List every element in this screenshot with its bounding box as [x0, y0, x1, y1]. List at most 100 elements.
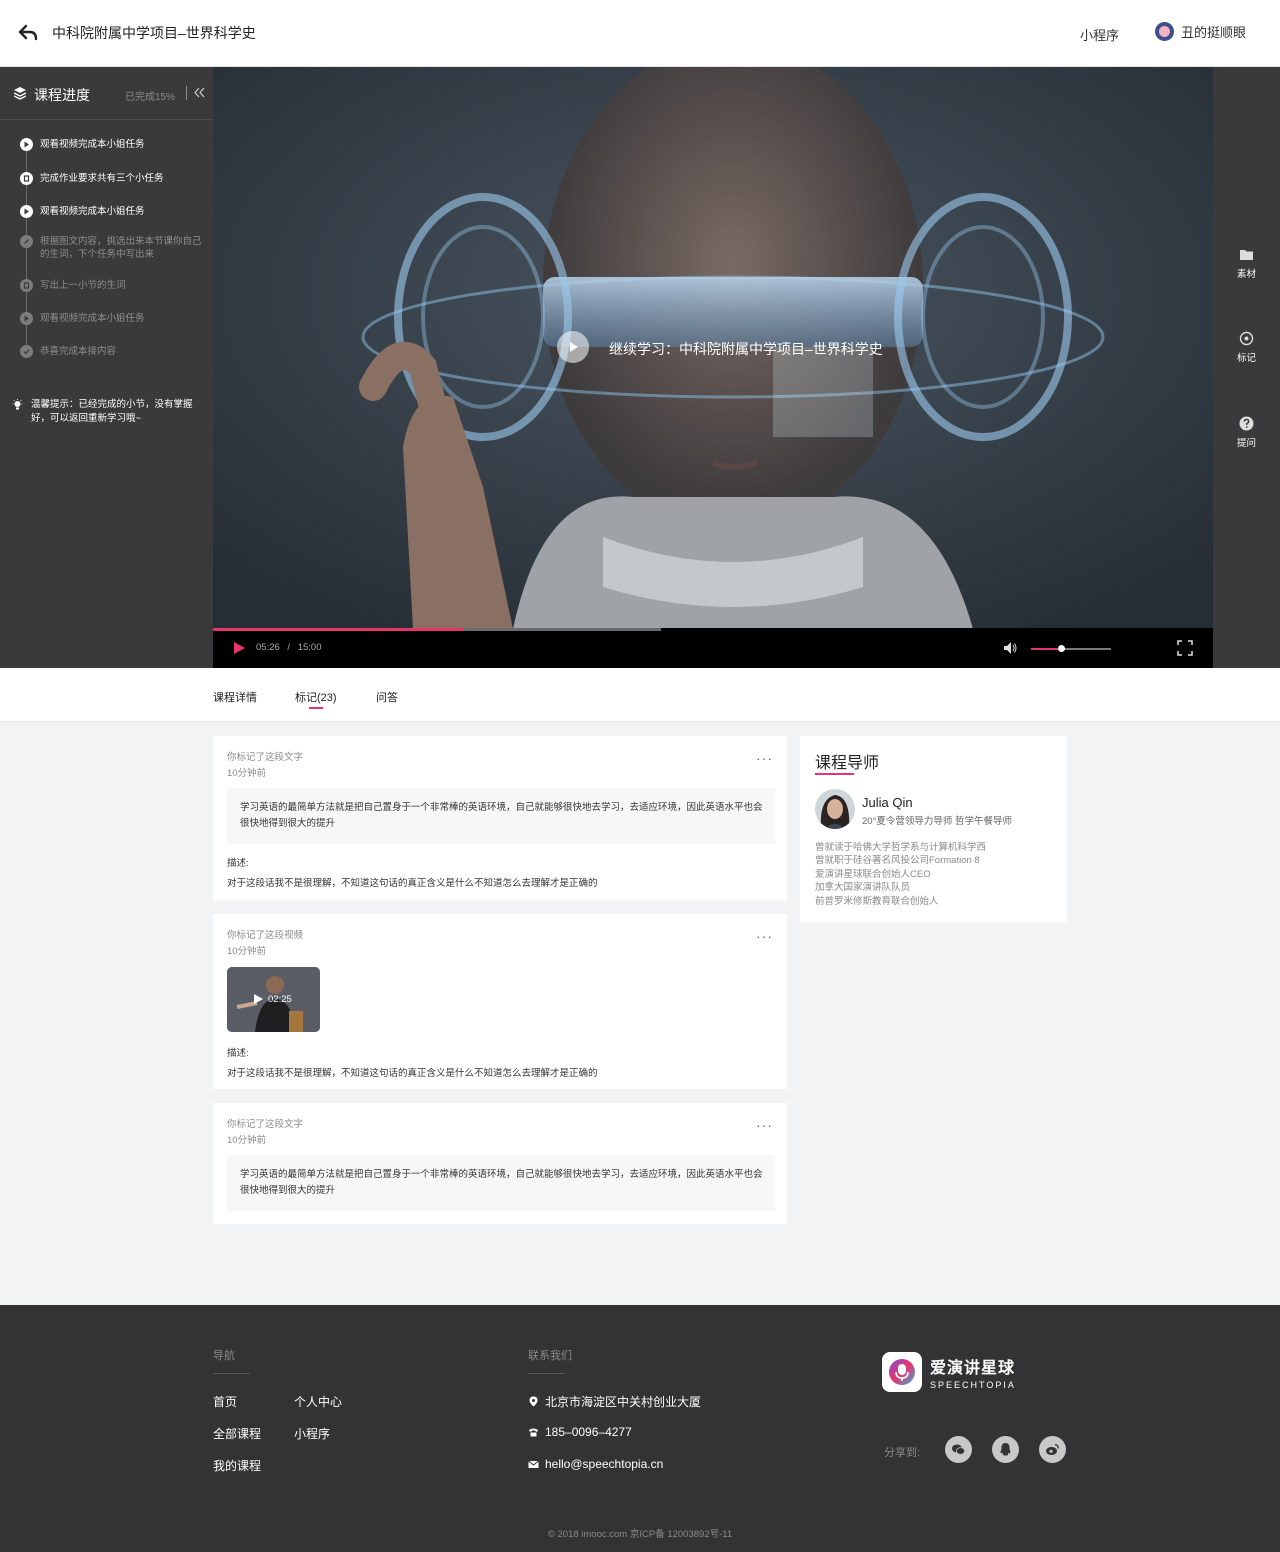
- qq-icon[interactable]: [992, 1436, 1019, 1463]
- bio-line: 曾就职于硅谷著名风投公司Formation 8: [815, 855, 980, 867]
- mentor-name: Julia Qin: [862, 795, 913, 810]
- contact-phone: 185–0096–4277: [528, 1425, 632, 1439]
- question-icon: [1239, 416, 1254, 431]
- duration: 15:00: [297, 642, 322, 653]
- layers-icon: [13, 87, 27, 100]
- current-time: 05:26: [256, 642, 280, 653]
- volume-slider[interactable]: [1031, 645, 1111, 652]
- progress-text: 已完成15%: [125, 92, 176, 103]
- task-label: 根据图文内容，挑选出来本节课你自己的生词，下个任务中写出来: [40, 236, 202, 260]
- task-item[interactable]: 写出上一小节的生词: [0, 279, 136, 292]
- footer: 导航 首页 个人中心 全部课程 小程序 我的课程 联系我们 北京市海淀区中关村创…: [0, 1305, 1280, 1552]
- clip-time: 02:25: [268, 994, 292, 1005]
- task-label: 观看视频完成本小姐任务: [40, 206, 145, 217]
- task-item[interactable]: 观看视频完成本小姐任务: [0, 205, 155, 218]
- task-item[interactable]: 观看视频完成本小姐任务: [0, 138, 155, 151]
- weibo-icon[interactable]: [1039, 1436, 1066, 1463]
- task-item[interactable]: 完成作业要求共有三个小任务: [0, 172, 174, 185]
- mentor-avatar: [815, 789, 855, 829]
- bio-line: 加拿大国家演讲队队员: [815, 882, 911, 894]
- edit-icon: [20, 235, 33, 248]
- volume-knob[interactable]: [1058, 645, 1066, 652]
- mark-icon: [1239, 331, 1254, 346]
- description-label: 描述:: [227, 858, 249, 869]
- folder-icon: [1240, 250, 1253, 260]
- email-text[interactable]: hello@speechtopia.cn: [545, 1457, 663, 1471]
- brand-name: 爱演讲星球: [930, 1360, 1016, 1377]
- top-bar: 中科院附属中学项目–世界科学史 小程序 丑的挺顺眼: [0, 0, 1280, 67]
- task-item[interactable]: 根据图文内容，挑选出来本节课你自己的生词，下个任务中写出来: [0, 235, 213, 261]
- video-controls: 05:26 / 15:00: [213, 628, 1213, 668]
- divider: [186, 86, 187, 100]
- sidebar-title: 课程进度: [34, 87, 90, 103]
- tab-qa[interactable]: 问答: [376, 689, 398, 705]
- task-item[interactable]: 观看视频完成本小姐任务: [0, 312, 155, 325]
- microphone-logo-icon: [882, 1352, 922, 1392]
- share-label: 分享到:: [884, 1447, 921, 1459]
- play-icon: [20, 205, 33, 218]
- more-options-button[interactable]: ···: [756, 928, 773, 944]
- task-label: 观看视频完成本小姐任务: [40, 313, 145, 324]
- mini-program-link[interactable]: 小程序: [1080, 25, 1119, 44]
- more-options-button[interactable]: ···: [756, 750, 773, 766]
- bio-line: 爱演讲星球联合创始人CEO: [815, 868, 931, 880]
- play-icon[interactable]: [233, 642, 245, 654]
- tool-panel: 素材 标记 提问: [1213, 67, 1280, 668]
- footer-link-home[interactable]: 首页: [213, 1393, 237, 1410]
- tool-mark[interactable]: 标记: [1213, 331, 1280, 364]
- footer-link-my-courses[interactable]: 我的课程: [213, 1457, 261, 1474]
- tool-materials[interactable]: 素材: [1213, 247, 1280, 280]
- back-arrow-icon[interactable]: [18, 24, 38, 42]
- note-card: 你标记了这段视频 10分钟前 ··· 02:25 描述: 对于这段话我不是很理解…: [213, 914, 787, 1089]
- resume-play-button[interactable]: [557, 331, 589, 363]
- note-time: 10分钟前: [227, 768, 267, 779]
- tip-text: 温馨提示：已经完成的小节，没有掌握好，可以返回重新学习哦~: [31, 399, 193, 424]
- marked-text: 学习英语的最简单方法就是把自己置身于一个非常棒的英语环境，自己就能够很快地去学习…: [227, 788, 775, 844]
- address-text: 北京市海淀区中关村创业大厦: [545, 1395, 702, 1409]
- sidebar-header: 课程进度 已完成15%: [0, 67, 213, 120]
- bio-line: 曾就读于哈佛大学哲学系与计算机科学西: [815, 842, 987, 853]
- bio-line: 前普罗米修斯教育联合创始人: [815, 895, 939, 907]
- phone-icon: [529, 1428, 538, 1436]
- task-item[interactable]: 恭喜完成本接内容: [0, 345, 126, 358]
- marked-text: 学习英语的最简单方法就是把自己置身于一个非常棒的英语环境，自己就能够很快地去学习…: [227, 1155, 775, 1211]
- content-tabs: 课程详情 标记(23) 问答: [0, 668, 1280, 722]
- video-player[interactable]: 继续学习：中科院附属中学项目–世界科学史 05:26 / 15:00: [213, 67, 1213, 668]
- tab-marks[interactable]: 标记(23): [295, 689, 337, 709]
- progress-bar[interactable]: [213, 628, 1213, 631]
- collapse-icon[interactable]: [194, 87, 205, 98]
- task-label: 观看视频完成本小姐任务: [40, 139, 145, 150]
- contact-email: hello@speechtopia.cn: [528, 1457, 663, 1471]
- mentor-card: 课程导师 Julia Qin 20°夏令营领导力导师 哲学午餐导师 曾就读于哈佛…: [800, 736, 1067, 923]
- note-time: 10分钟前: [227, 946, 267, 957]
- footer-link-profile[interactable]: 个人中心: [294, 1393, 342, 1410]
- play-icon: [20, 312, 33, 325]
- tab-course-details[interactable]: 课程详情: [213, 689, 257, 705]
- time-display: 05:26 / 15:00: [256, 642, 321, 653]
- divider: [213, 1373, 250, 1374]
- video-clip-thumbnail[interactable]: 02:25: [227, 967, 320, 1032]
- fullscreen-icon[interactable]: [1177, 640, 1193, 656]
- footer-link-mini-program[interactable]: 小程序: [294, 1425, 330, 1442]
- footer-link-all-courses[interactable]: 全部课程: [213, 1425, 261, 1442]
- note-type: 你标记了这段文字: [227, 1119, 304, 1130]
- mail-icon: [528, 1460, 539, 1468]
- user-menu[interactable]: 丑的挺顺眼: [1155, 22, 1246, 41]
- check-icon: [20, 345, 33, 358]
- wechat-icon[interactable]: [945, 1436, 972, 1463]
- tool-question[interactable]: 提问: [1213, 416, 1280, 449]
- play-icon: [20, 138, 33, 151]
- play-icon: [254, 994, 263, 1004]
- note-card: 你标记了这段文字 10分钟前 ··· 学习英语的最简单方法就是把自己置身于一个非…: [213, 736, 787, 901]
- volume-fill: [1031, 648, 1062, 650]
- page-title: 中科院附属中学项目–世界科学史: [52, 25, 256, 41]
- task-label: 恭喜完成本接内容: [40, 346, 117, 357]
- more-options-button[interactable]: ···: [756, 1117, 773, 1133]
- mentor-role: 20°夏令营领导力导师 哲学午餐导师: [862, 816, 1013, 827]
- tool-label: 标记: [1236, 353, 1256, 364]
- volume-icon[interactable]: [1004, 642, 1017, 654]
- contact-address: 北京市海淀区中关村创业大厦: [528, 1393, 701, 1410]
- task-label: 写出上一小节的生词: [40, 280, 126, 291]
- task-label: 完成作业要求共有三个小任务: [40, 173, 164, 184]
- play-icon: [570, 342, 578, 352]
